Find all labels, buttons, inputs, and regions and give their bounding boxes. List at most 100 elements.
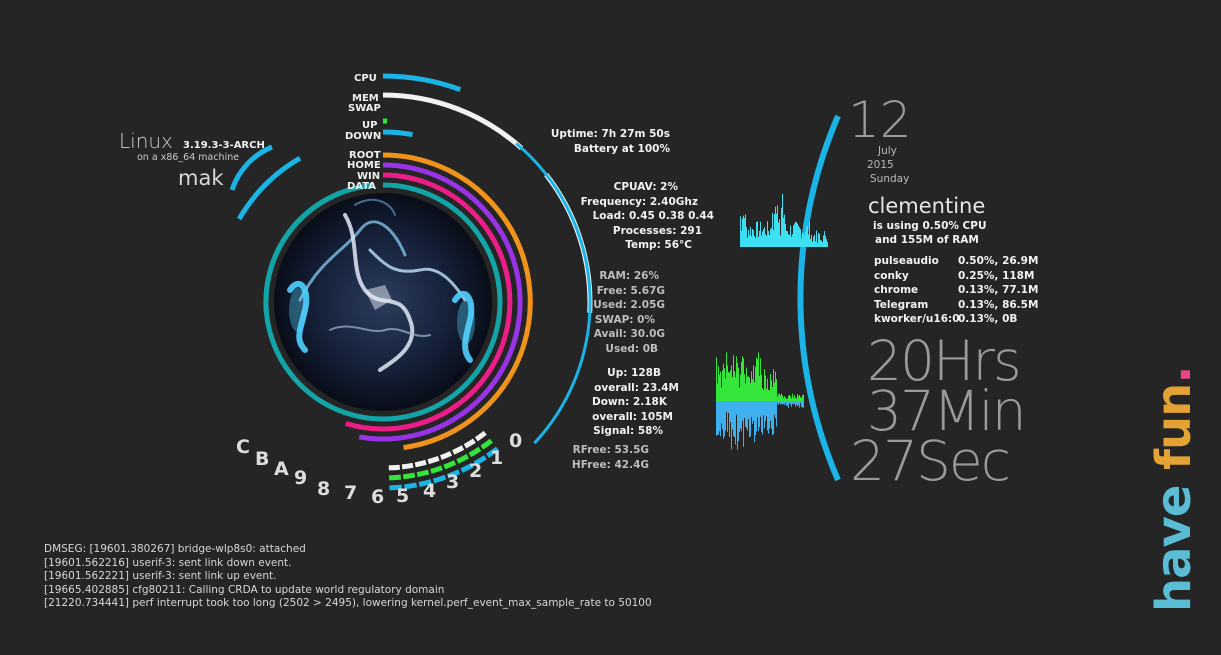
- cpu-graph-bar: [816, 230, 817, 247]
- cpu-graph-bar: [753, 230, 754, 247]
- net-up-bar: [725, 378, 726, 401]
- net-up-bar: [755, 366, 756, 401]
- net-up-bar: [738, 367, 739, 401]
- net-down-bar: [757, 401, 758, 418]
- net-down-bar: [723, 401, 724, 439]
- cpu-graph-bar: [746, 227, 747, 247]
- net-up-bar: [764, 369, 765, 401]
- cpu-graph-bar: [819, 233, 820, 247]
- cpu-graph-bar: [818, 233, 819, 247]
- workspace-label[interactable]: 6: [371, 486, 384, 508]
- net-down-bar: [789, 401, 790, 404]
- workspace-bar-green: [443, 460, 457, 470]
- ram-free: Free: 5.67G: [596, 284, 665, 297]
- workspace-label[interactable]: 7: [344, 482, 357, 504]
- meter-label-down: DOWN: [345, 131, 382, 142]
- network-stats: Up: 128B overall: 23.4M Down: 2.18K over…: [592, 366, 679, 439]
- net-down-bar: [761, 401, 762, 433]
- cpu-graph-bar: [825, 236, 826, 247]
- net-down-bar: [754, 401, 755, 443]
- cpu-graph-bar: [812, 241, 813, 247]
- net-up-bar: [769, 390, 770, 401]
- ram-usage: RAM: 26%: [599, 270, 659, 282]
- process-row: Telegram 0.13%, 86.5M: [874, 298, 1048, 313]
- workspace-label[interactable]: 3: [446, 471, 459, 493]
- net-down-bar: [776, 401, 777, 427]
- workspace-label[interactable]: 2: [469, 460, 482, 482]
- cpu-graph-bar: [758, 236, 759, 247]
- net-down-bar: [745, 401, 746, 427]
- net-up-bar: [785, 397, 786, 401]
- net-up-bar: [757, 359, 758, 401]
- net-up-bar: [759, 375, 760, 401]
- process-usage: 0.50%, 26.9M: [958, 255, 1039, 267]
- cpu-graph-bar: [814, 234, 815, 247]
- cpu-graph-bar: [823, 235, 824, 247]
- cpu-graph-bar: [804, 235, 805, 247]
- net-up-bar: [792, 393, 793, 401]
- root-free: RFree: 53.5G: [572, 444, 649, 456]
- cpu-graph-bar: [824, 231, 825, 247]
- workspace-label[interactable]: 5: [396, 485, 409, 507]
- net-down-bar: [717, 401, 718, 435]
- net-down-bar: [724, 401, 725, 437]
- workspace-label[interactable]: 4: [423, 480, 436, 502]
- dmesg-line: [19601.562216] userif-3: sent link down …: [44, 556, 292, 569]
- net-down-bar: [795, 401, 796, 407]
- workspace-bar-green: [456, 454, 470, 464]
- net-up-bar: [729, 372, 730, 401]
- net-up-bar: [788, 395, 789, 401]
- net-up-bar: [776, 379, 777, 401]
- net-up-bar: [749, 377, 750, 401]
- net-down-bar: [803, 401, 804, 408]
- net-down-bar: [730, 401, 731, 423]
- net-up-bar: [733, 355, 734, 401]
- cpu-graph-bar: [813, 236, 814, 247]
- cpu-graph-bar: [800, 229, 801, 247]
- cpu-graph-bar: [784, 214, 785, 247]
- workspace-bar-green: [402, 472, 416, 480]
- cpu-graph-bar: [797, 223, 798, 247]
- workspace-bar-white: [427, 456, 440, 465]
- workspace-label[interactable]: C: [236, 436, 250, 458]
- cpu-graph-bar: [822, 241, 823, 247]
- battery: Battery at 100%: [573, 142, 670, 155]
- net-up-bar: [786, 398, 787, 401]
- cpu-graph-bar: [789, 234, 790, 247]
- workspace-label[interactable]: 9: [294, 467, 307, 489]
- disk-free-stats: RFree: 53.5G HFree: 42.4G: [572, 443, 649, 472]
- slogan-dot: .: [1146, 366, 1202, 384]
- net-up-bar: [768, 389, 769, 401]
- workspace-bar-green: [430, 465, 443, 474]
- net-down-bar: [784, 401, 785, 405]
- net-up-bar: [748, 376, 749, 401]
- net-up-bar: [797, 394, 798, 401]
- cpu-graph-bar: [802, 233, 803, 247]
- net-down-bar: [738, 401, 739, 442]
- net-up-bar: [756, 357, 757, 401]
- net-up-bar: [744, 374, 745, 401]
- net-down-bar: [778, 401, 779, 405]
- net-up-bar: [742, 356, 743, 401]
- workspace-label[interactable]: 1: [490, 447, 503, 469]
- workspace-label[interactable]: B: [255, 448, 269, 470]
- net-up-bar: [802, 395, 803, 401]
- net-down-bar: [772, 401, 773, 436]
- workspace-label[interactable]: 0: [509, 430, 522, 452]
- net-up-bar: [789, 394, 790, 401]
- cpu-graph-bar: [747, 237, 748, 247]
- net-down-bar: [748, 401, 749, 420]
- net-down-bar: [767, 401, 768, 431]
- workspace-label[interactable]: 8: [317, 478, 330, 500]
- net-up-bar: [777, 396, 778, 401]
- uptime-block: Uptime: 7h 27m 50s Battery at 100%: [551, 127, 670, 156]
- clock-cyan-arc: [797, 114, 841, 482]
- cpu-graph-bar: [820, 239, 821, 247]
- net-down-bar: [722, 401, 723, 430]
- net-up-bar: [778, 394, 779, 401]
- net-up-bar: [730, 370, 731, 401]
- date-year: 2015: [867, 159, 894, 171]
- workspace-label[interactable]: A: [274, 458, 289, 480]
- cpu-graph-bar: [749, 234, 750, 247]
- net-down-bar: [721, 401, 722, 424]
